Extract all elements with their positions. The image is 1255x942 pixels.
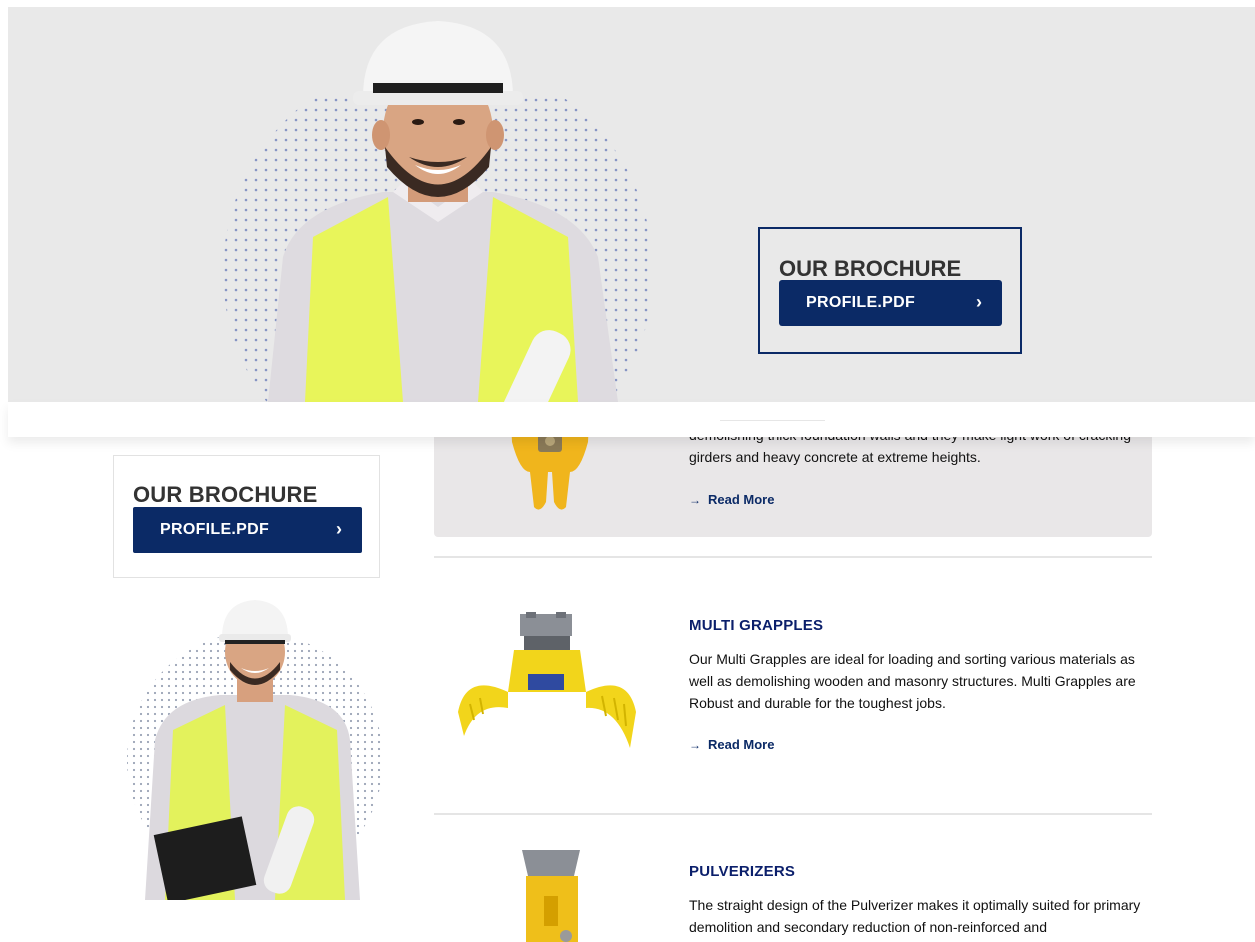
hero-brochure-title: OUR BROCHURE: [779, 256, 962, 281]
hero-profile-pdf-button[interactable]: PROFILE.PDF ›: [779, 280, 1002, 326]
product-description-line: girders and heavy concrete at extreme he…: [689, 449, 981, 465]
hero-banner: OUR BROCHURE PROFILE.PDF ›: [8, 7, 1255, 402]
product-divider: [434, 813, 1152, 815]
sidebar-profile-pdf-label: PROFILE.PDF: [160, 521, 270, 538]
sidebar-profile-pdf-button[interactable]: PROFILE.PDF ›: [133, 507, 362, 553]
product-divider: [434, 556, 1152, 558]
product-title[interactable]: MULTI GRAPPLES: [689, 617, 823, 634]
product-description: The straight design of the Pulverizer ma…: [689, 897, 1141, 935]
hero-worker-photo: [223, 21, 653, 402]
sidebar-brochure-title: OUR BROCHURE: [133, 482, 318, 507]
arrow-right-icon: →: [689, 738, 701, 752]
hero-brochure-card: OUR BROCHURE PROFILE.PDF ›: [758, 227, 1022, 354]
strip-divider: [720, 420, 825, 421]
read-more-label: Read More: [708, 492, 775, 507]
read-more-link[interactable]: → Read More: [689, 492, 774, 507]
pulverizer-image[interactable]: [516, 846, 586, 942]
sidebar-brochure-card: OUR BROCHURE PROFILE.PDF ›: [113, 455, 380, 578]
worker-photo: [127, 600, 383, 900]
product-description: Our Multi Grapples are ideal for loading…: [689, 651, 1136, 711]
hero-bottom-strip: [8, 402, 1255, 437]
read-more-label: Read More: [708, 737, 775, 752]
multi-grapple-image[interactable]: [456, 612, 638, 754]
chevron-right-icon: ›: [336, 519, 342, 539]
read-more-link[interactable]: → Read More: [689, 737, 774, 752]
hero-profile-pdf-label: PROFILE.PDF: [806, 294, 916, 311]
chevron-right-icon: ›: [976, 292, 982, 312]
arrow-right-icon: →: [689, 493, 701, 507]
product-title[interactable]: PULVERIZERS: [689, 863, 795, 880]
